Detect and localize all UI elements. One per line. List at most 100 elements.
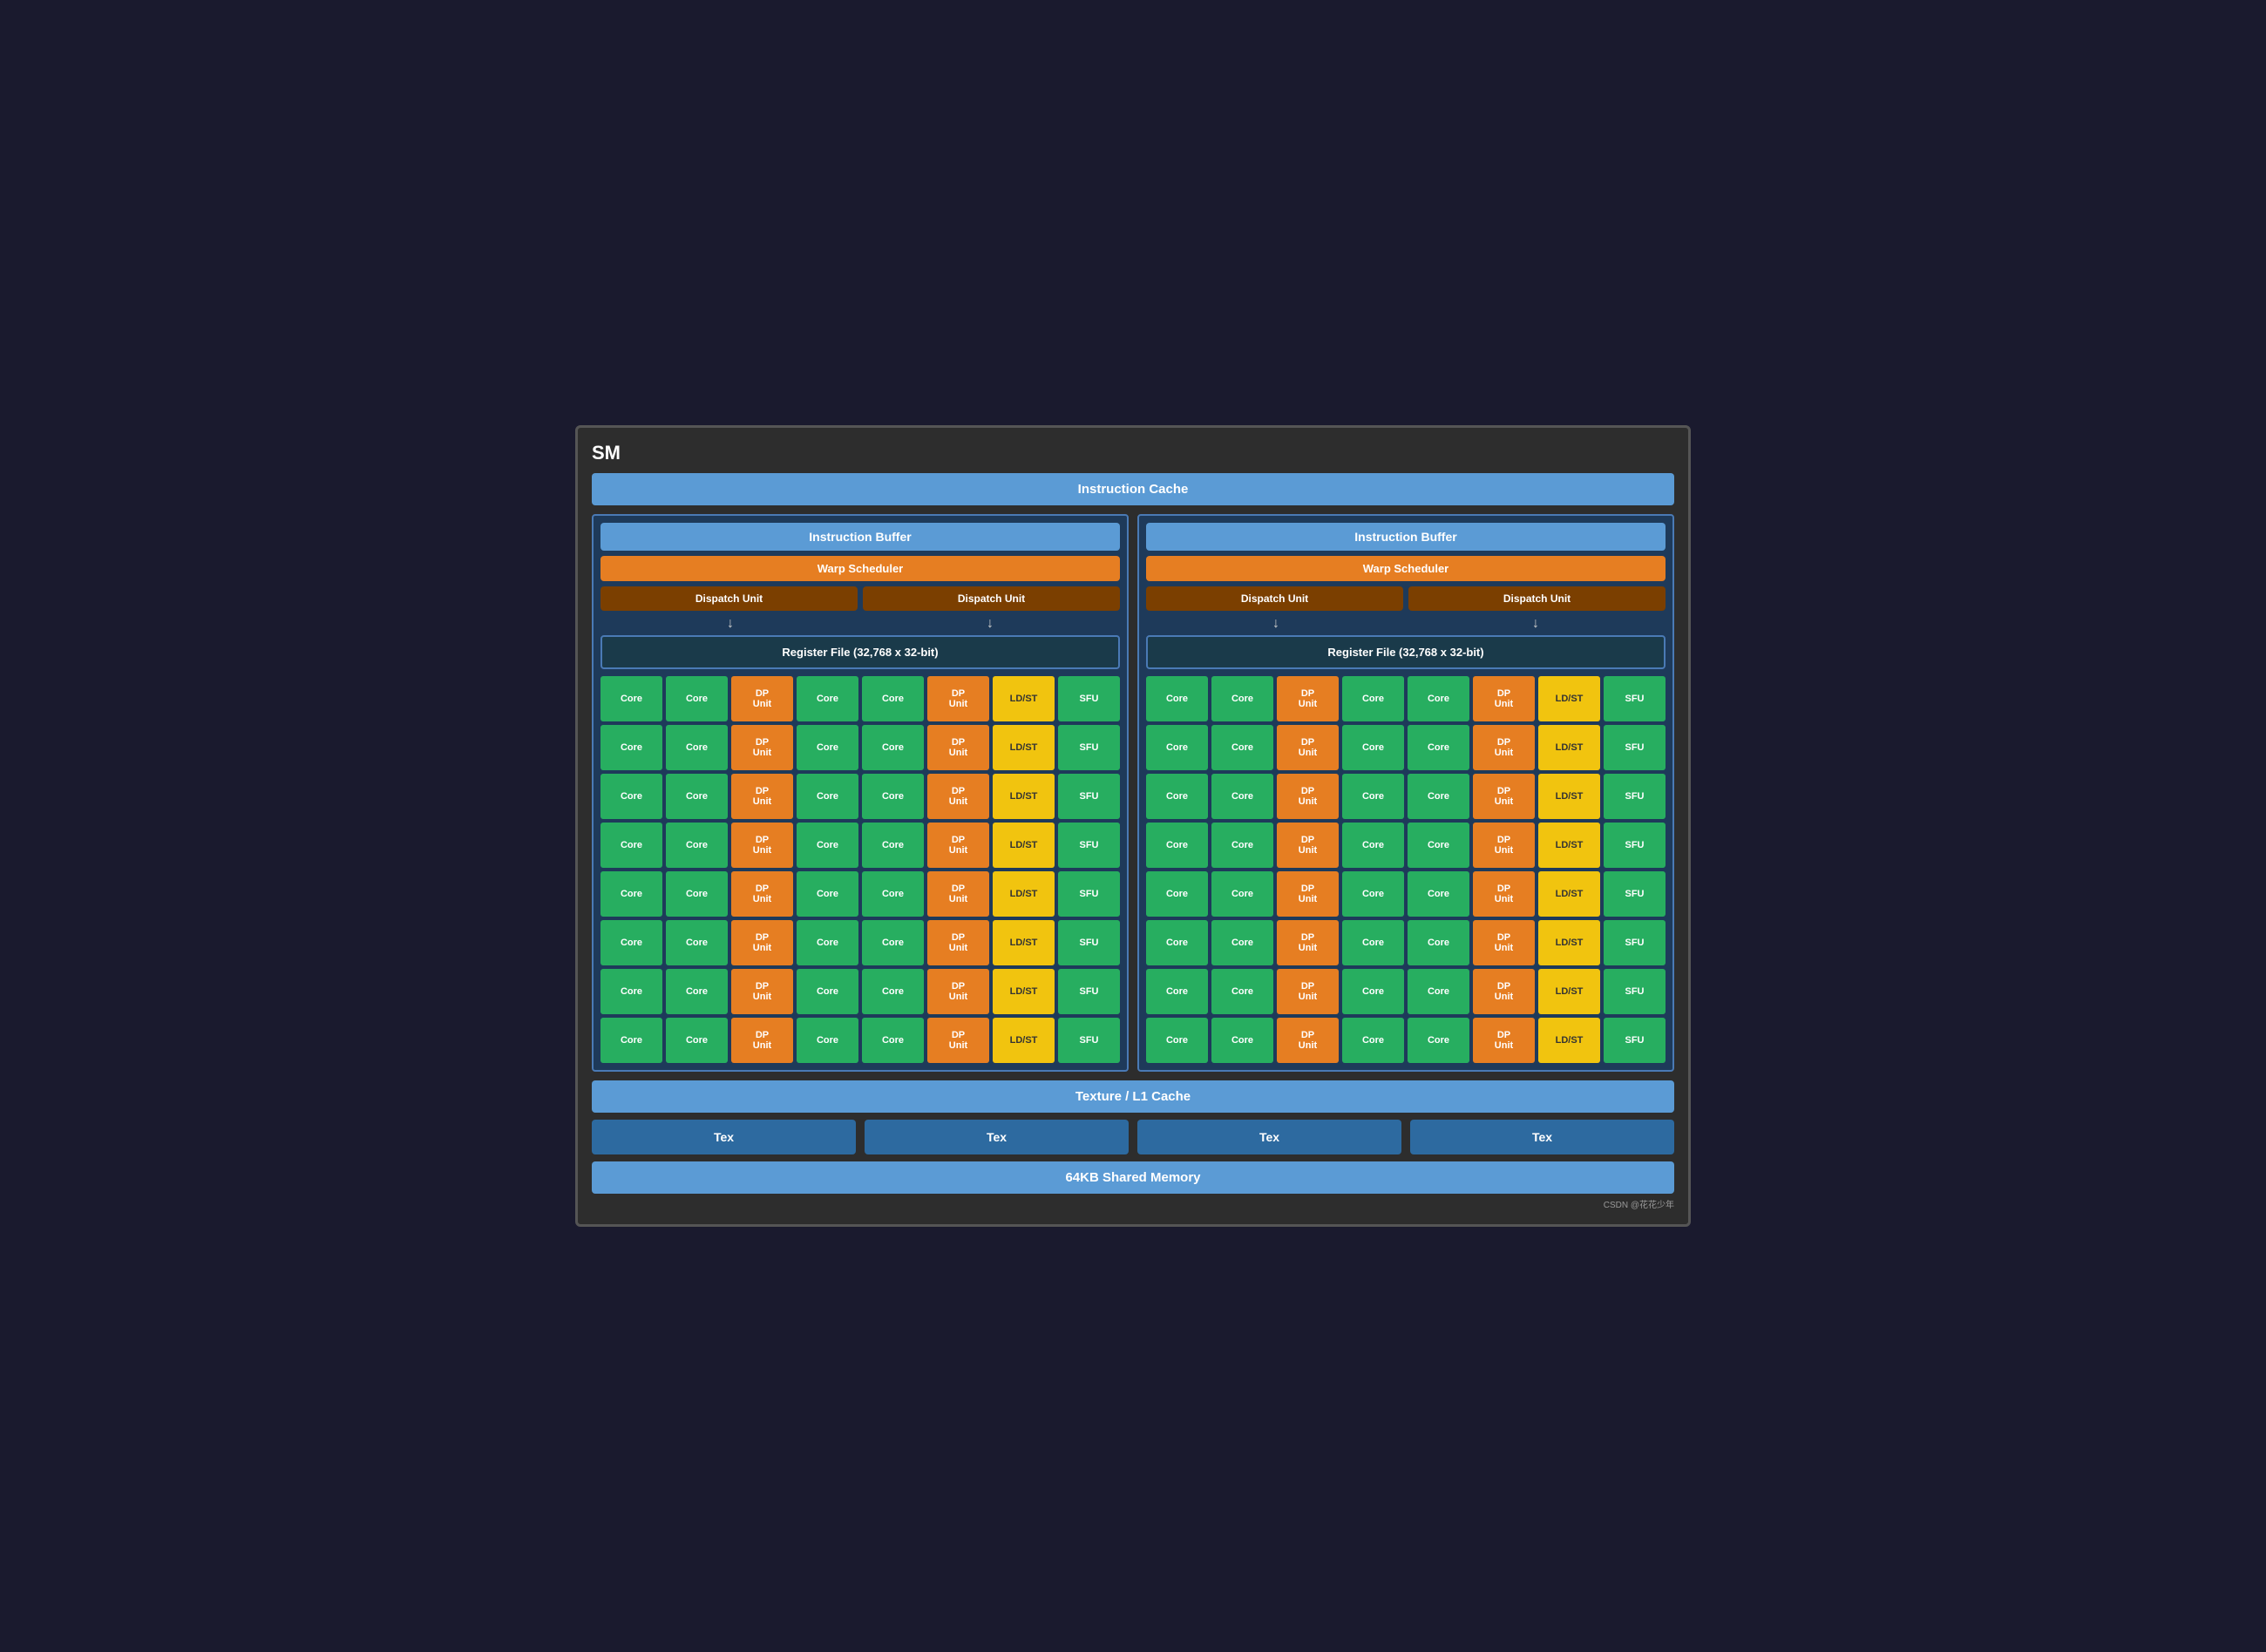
cell: Core bbox=[797, 920, 858, 965]
instruction-cache: Instruction Cache bbox=[592, 473, 1674, 505]
watermark: CSDN @花花少年 bbox=[592, 1197, 1674, 1210]
cell: DPUnit bbox=[731, 774, 793, 819]
cell: SFU bbox=[1604, 725, 1666, 770]
cell: DPUnit bbox=[731, 725, 793, 770]
cell: SFU bbox=[1604, 676, 1666, 721]
cell: Core bbox=[600, 871, 662, 917]
cell: DPUnit bbox=[927, 920, 989, 965]
cell: Core bbox=[862, 725, 924, 770]
cell: DPUnit bbox=[731, 823, 793, 868]
right-instruction-buffer: Instruction Buffer bbox=[1146, 523, 1666, 551]
cell: LD/ST bbox=[1538, 969, 1600, 1014]
cell: DPUnit bbox=[927, 1018, 989, 1063]
bottom-section: Texture / L1 Cache Tex Tex Tex Tex 64KB … bbox=[592, 1080, 1674, 1194]
cell: Core bbox=[1146, 774, 1208, 819]
cell: Core bbox=[1342, 920, 1404, 965]
cell: Core bbox=[1146, 871, 1208, 917]
cell: Core bbox=[666, 823, 728, 868]
cell: Core bbox=[797, 969, 858, 1014]
cell: LD/ST bbox=[993, 676, 1055, 721]
cell: SFU bbox=[1604, 1018, 1666, 1063]
cell: LD/ST bbox=[993, 920, 1055, 965]
tex-unit-2: Tex bbox=[865, 1120, 1129, 1154]
cell: DPUnit bbox=[731, 920, 793, 965]
cell: SFU bbox=[1604, 920, 1666, 965]
cell: Core bbox=[862, 969, 924, 1014]
cell: SFU bbox=[1058, 969, 1120, 1014]
cell: SFU bbox=[1604, 823, 1666, 868]
cell: LD/ST bbox=[993, 1018, 1055, 1063]
left-dispatch-unit-2: Dispatch Unit bbox=[863, 586, 1120, 611]
cell: Core bbox=[1342, 969, 1404, 1014]
cell: DPUnit bbox=[1473, 823, 1535, 868]
cell: DPUnit bbox=[731, 676, 793, 721]
left-register-file: Register File (32,768 x 32-bit) bbox=[600, 635, 1120, 669]
cell: DPUnit bbox=[927, 823, 989, 868]
left-dispatch-row: Dispatch Unit Dispatch Unit bbox=[600, 586, 1120, 611]
cell: Core bbox=[797, 725, 858, 770]
cell: Core bbox=[1342, 725, 1404, 770]
left-warp-scheduler: Warp Scheduler bbox=[600, 556, 1120, 581]
cell: Core bbox=[862, 823, 924, 868]
cell: Core bbox=[1408, 1018, 1469, 1063]
cell: Core bbox=[1408, 676, 1469, 721]
cell: DPUnit bbox=[1277, 920, 1339, 965]
cell: SFU bbox=[1058, 676, 1120, 721]
right-dispatch-row: Dispatch Unit Dispatch Unit bbox=[1146, 586, 1666, 611]
cell: Core bbox=[1211, 823, 1273, 868]
cell: DPUnit bbox=[731, 969, 793, 1014]
right-arrows: ↓↓ bbox=[1146, 616, 1666, 632]
cell: Core bbox=[600, 1018, 662, 1063]
cell: Core bbox=[1342, 774, 1404, 819]
cell: Core bbox=[1211, 725, 1273, 770]
sm-label: SM bbox=[592, 442, 1674, 464]
cell: LD/ST bbox=[993, 969, 1055, 1014]
cell: Core bbox=[862, 1018, 924, 1063]
cell: LD/ST bbox=[993, 823, 1055, 868]
left-arrows: ↓↓ bbox=[600, 616, 1120, 632]
cell: Core bbox=[1146, 1018, 1208, 1063]
tex-unit-4: Tex bbox=[1410, 1120, 1674, 1154]
cell: Core bbox=[600, 920, 662, 965]
cell: SFU bbox=[1604, 871, 1666, 917]
cell: SFU bbox=[1058, 823, 1120, 868]
cell: Core bbox=[1408, 725, 1469, 770]
cell: DPUnit bbox=[1473, 871, 1535, 917]
right-dispatch-unit-1: Dispatch Unit bbox=[1146, 586, 1403, 611]
cell: DPUnit bbox=[731, 1018, 793, 1063]
cell: Core bbox=[797, 774, 858, 819]
cell: Core bbox=[1342, 1018, 1404, 1063]
right-warp-scheduler: Warp Scheduler bbox=[1146, 556, 1666, 581]
cell: Core bbox=[666, 676, 728, 721]
texture-cache: Texture / L1 Cache bbox=[592, 1080, 1674, 1113]
cell: Core bbox=[797, 676, 858, 721]
cell: Core bbox=[1146, 676, 1208, 721]
cell: SFU bbox=[1604, 969, 1666, 1014]
cell: LD/ST bbox=[1538, 725, 1600, 770]
cell: Core bbox=[666, 1018, 728, 1063]
cell: DPUnit bbox=[927, 676, 989, 721]
cell: DPUnit bbox=[731, 871, 793, 917]
cell: DPUnit bbox=[927, 871, 989, 917]
cell: LD/ST bbox=[1538, 1018, 1600, 1063]
cell: LD/ST bbox=[1538, 774, 1600, 819]
cell: Core bbox=[1211, 774, 1273, 819]
cell: Core bbox=[1408, 823, 1469, 868]
left-instruction-buffer: Instruction Buffer bbox=[600, 523, 1120, 551]
cell: Core bbox=[666, 920, 728, 965]
cell: Core bbox=[666, 774, 728, 819]
cell: LD/ST bbox=[993, 871, 1055, 917]
cell: Core bbox=[600, 725, 662, 770]
cell: LD/ST bbox=[993, 774, 1055, 819]
cell: Core bbox=[666, 871, 728, 917]
right-core-grid: Core Core DPUnit Core Core DPUnit LD/ST … bbox=[1146, 676, 1666, 1063]
cell: LD/ST bbox=[1538, 920, 1600, 965]
cell: Core bbox=[1211, 871, 1273, 917]
sm-container: SM Instruction Cache Instruction Buffer … bbox=[575, 425, 1691, 1227]
cell: Core bbox=[1408, 920, 1469, 965]
cell: Core bbox=[797, 871, 858, 917]
cell: DPUnit bbox=[1277, 871, 1339, 917]
cell: Core bbox=[600, 774, 662, 819]
cell: Core bbox=[600, 676, 662, 721]
cell: Core bbox=[862, 774, 924, 819]
